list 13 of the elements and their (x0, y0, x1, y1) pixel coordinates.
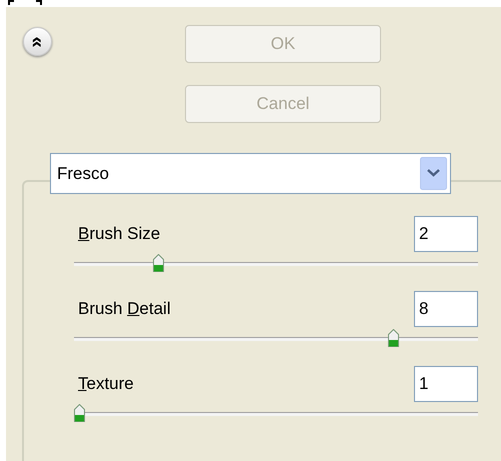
dropdown-value: Fresco (57, 162, 109, 185)
value-field[interactable]: 2 (414, 216, 478, 252)
value-field[interactable]: 1 (414, 366, 478, 402)
collapse-button[interactable]: « (23, 27, 52, 56)
slider-thumb[interactable] (74, 404, 85, 423)
value-field[interactable]: 8 (414, 291, 478, 327)
filter-dropdown[interactable]: Fresco (50, 153, 451, 194)
slider-label: Brush Detail (78, 298, 171, 320)
slider-label: Texture (78, 373, 134, 396)
slider-label: Brush Size (78, 223, 160, 246)
bracket-icon (8, 0, 42, 5)
slider-thumb[interactable] (152, 254, 164, 273)
slider-thumb[interactable] (388, 329, 400, 348)
